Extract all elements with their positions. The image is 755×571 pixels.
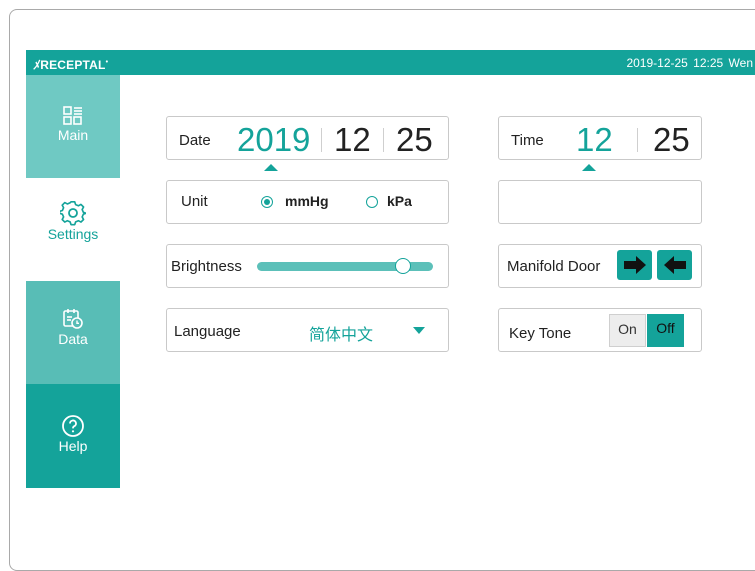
status-datetime: 2019-12-25 12:25 Wen [626, 56, 753, 70]
calendar-clock-icon [63, 309, 83, 329]
unit-kpa-label[interactable]: kPa [387, 193, 412, 209]
unit-kpa-radio[interactable] [366, 196, 378, 208]
time-hour-selected-indicator [582, 164, 596, 171]
manifold-door-open-button[interactable] [617, 250, 652, 280]
brand-logo: ﾒRECEPTAL• [33, 58, 109, 72]
brightness-slider-thumb[interactable] [395, 258, 412, 274]
manifold-door-setting: Manifold Door [498, 244, 702, 288]
language-label: Language [174, 323, 241, 340]
sidebar-item-main[interactable]: Main [26, 75, 120, 178]
sidebar-item-label: Help [58, 438, 88, 454]
dashboard-grid-icon [63, 106, 82, 125]
language-select-value[interactable]: 简体中文 [309, 321, 373, 345]
unit-setting: Unit mmHg kPa [166, 180, 449, 224]
unit-mmhg-radio[interactable] [261, 196, 273, 208]
sidebar-item-label: Main [57, 127, 89, 143]
arrow-left-icon [663, 256, 686, 274]
time-setting: Time 12 25 [498, 116, 702, 160]
language-setting[interactable]: Language 简体中文 [166, 308, 449, 352]
key-tone-on-button[interactable]: On [609, 314, 646, 347]
date-label: Date [179, 132, 211, 149]
key-tone-off-button[interactable]: Off [647, 314, 684, 347]
question-circle-icon [62, 415, 84, 437]
date-divider [383, 128, 384, 152]
sidebar-item-help[interactable]: Help [26, 384, 120, 488]
empty-setting-slot [498, 180, 702, 224]
sidebar-item-settings[interactable]: Settings [26, 178, 120, 281]
time-hour-field[interactable]: 12 [576, 121, 613, 159]
gear-icon [60, 201, 86, 226]
key-tone-label: Key Tone [509, 325, 572, 342]
date-setting: Date 2019 12 25 [166, 116, 449, 160]
sidebar: Main Settings Data Help [26, 75, 120, 488]
manifold-door-label: Manifold Door [507, 258, 601, 275]
brand-mark: ﾒ [33, 58, 40, 72]
sidebar-item-data[interactable]: Data [26, 281, 120, 384]
unit-mmhg-label[interactable]: mmHg [285, 193, 329, 209]
brightness-label: Brightness [171, 258, 242, 275]
date-year-selected-indicator [264, 164, 278, 171]
time-divider [637, 128, 638, 152]
key-tone-setting: Key Tone On Off [498, 308, 702, 352]
date-day-field[interactable]: 25 [396, 121, 433, 159]
arrow-right-icon [623, 256, 646, 274]
manifold-door-close-button[interactable] [657, 250, 692, 280]
screen: ﾒRECEPTAL• 2019-12-25 12:25 Wen Main Set… [26, 50, 755, 488]
date-month-field[interactable]: 12 [334, 121, 371, 159]
top-status-bar: ﾒRECEPTAL• 2019-12-25 12:25 Wen [26, 50, 755, 75]
time-label: Time [511, 132, 544, 149]
sidebar-item-label: Data [58, 331, 88, 347]
chevron-down-icon[interactable] [413, 327, 425, 334]
date-divider [321, 128, 322, 152]
time-minute-field[interactable]: 25 [653, 121, 690, 159]
unit-label: Unit [181, 193, 208, 210]
date-year-field[interactable]: 2019 [237, 121, 310, 159]
sidebar-item-label: Settings [47, 226, 99, 242]
brightness-setting: Brightness [166, 244, 449, 288]
device-frame: ﾒRECEPTAL• 2019-12-25 12:25 Wen Main Set… [9, 9, 755, 571]
brand-name: RECEPTAL [40, 58, 106, 72]
